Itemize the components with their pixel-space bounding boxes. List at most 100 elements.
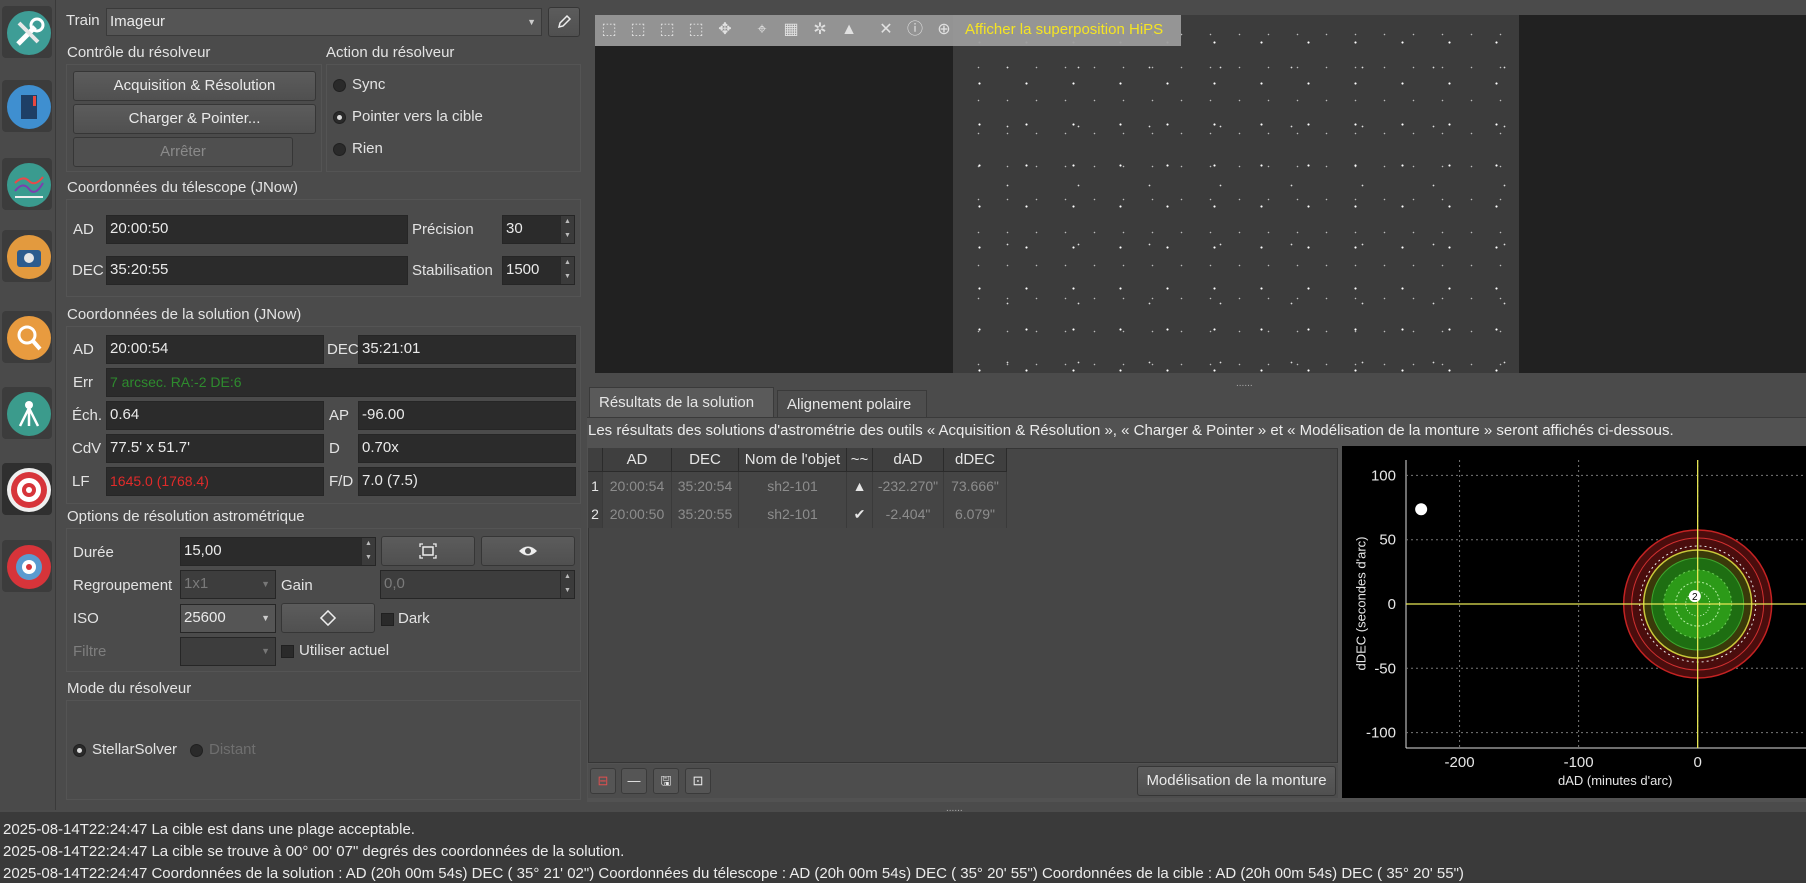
column-header-dec[interactable]: DEC: [672, 448, 739, 472]
iso-select[interactable]: 25600 ▼: [180, 604, 276, 633]
hips-overlay-toggle[interactable]: Afficher la superposition HiPS: [965, 21, 1163, 38]
telescope-ra-label: AD: [73, 221, 94, 238]
telescope-dec-label: DEC: [72, 262, 104, 279]
position-angle-field[interactable]: -96.00: [358, 401, 576, 430]
solver-mode-title: Mode du résolveur: [67, 680, 192, 697]
clear-all-button[interactable]: ⊟: [590, 768, 616, 794]
slew-to-target-radio[interactable]: [333, 111, 346, 124]
capture-module-button[interactable]: [2, 230, 52, 282]
gain-spin-buttons[interactable]: ▲ ▼: [560, 571, 574, 598]
mount-model-button[interactable]: Modélisation de la monture: [1137, 766, 1336, 796]
iso-value: 25600: [184, 609, 226, 626]
solution-ra-field[interactable]: 20:00:54: [106, 335, 324, 364]
stars-icon[interactable]: ✲: [809, 18, 831, 42]
clear-icon: ⊟: [597, 773, 609, 788]
column-header-object-name[interactable]: Nom de l'objet: [739, 448, 847, 472]
plot-x-label: dAD (minutes d'arc): [1558, 773, 1673, 788]
solution-dec-field[interactable]: 35:21:01: [358, 335, 576, 364]
rotate-button[interactable]: [281, 603, 375, 633]
x-tick-label: 0: [1693, 754, 1701, 771]
dark-checkbox[interactable]: [381, 613, 394, 626]
duration-spinbox[interactable]: 15,00 ▲ ▼: [180, 537, 376, 566]
use-current-checkbox[interactable]: [281, 645, 294, 658]
crosshair-target-icon: [7, 545, 51, 589]
gain-spinbox[interactable]: 0,0 ▲ ▼: [380, 570, 575, 599]
pan-icon[interactable]: ✥: [714, 18, 736, 42]
settle-spin-buttons[interactable]: ▲ ▼: [560, 257, 574, 284]
slew-to-target-label: Pointer vers la cible: [352, 108, 483, 125]
train-value: Imageur: [110, 13, 166, 30]
zoom-in-icon[interactable]: ⬚: [598, 18, 620, 42]
fits-viewer[interactable]: [595, 15, 1806, 373]
column-header-dra[interactable]: dAD: [873, 448, 944, 472]
objects-icon[interactable]: ✕: [875, 18, 897, 42]
guide-module-button[interactable]: [2, 540, 52, 592]
duration-spin-buttons[interactable]: ▲ ▼: [361, 538, 375, 565]
solver-control-title: Contrôle du résolveur: [67, 44, 211, 61]
telescope-dec-field[interactable]: 35:20:55: [106, 256, 408, 285]
plot-canvas: -200 -100 0 100 50 0 -50 -100 2: [1366, 460, 1806, 771]
target-crosshair-icon[interactable]: ⊕: [933, 18, 955, 42]
telescope-ra-field[interactable]: 20:00:50: [106, 215, 408, 244]
column-header-status[interactable]: ~~: [847, 448, 873, 472]
scale-field[interactable]: 0.64: [106, 401, 324, 430]
graph-icon: [7, 163, 51, 207]
markers-icon[interactable]: ▲: [838, 18, 860, 42]
fd-field[interactable]: 7.0 (7.5): [358, 467, 576, 496]
camera-icon: [7, 235, 51, 279]
solution-scatter-plot[interactable]: -200 -100 0 100 50 0 -50 -100 2 dDEC (secondes d…: [1342, 446, 1806, 798]
analyze-module-button[interactable]: [2, 158, 52, 210]
grid-icon[interactable]: ▦: [780, 18, 802, 42]
row-number: 1: [588, 472, 603, 500]
setup-module-button[interactable]: [2, 6, 52, 58]
module-sidebar: [0, 0, 56, 810]
scheduler-module-button[interactable]: [2, 80, 52, 132]
save-results-button[interactable]: 🖫: [653, 768, 679, 794]
sync-label: Sync: [352, 76, 386, 93]
stop-button[interactable]: Arrêter: [73, 137, 293, 167]
mount-module-button[interactable]: [2, 387, 52, 439]
d-field[interactable]: 0.70x: [358, 434, 576, 463]
settle-spinbox[interactable]: 1500 ▲ ▼: [502, 256, 575, 285]
remove-row-button[interactable]: —: [621, 768, 647, 794]
info-icon[interactable]: ⓘ: [904, 18, 926, 42]
zoom-fit-icon[interactable]: ⬚: [685, 18, 707, 42]
edit-train-button[interactable]: [548, 7, 580, 37]
tab-polar-alignment[interactable]: Alignement polaire: [777, 390, 927, 417]
accuracy-spin-buttons[interactable]: ▲ ▼: [560, 216, 574, 243]
capture-solve-button[interactable]: Acquisition & Résolution: [73, 71, 316, 101]
zoom-default-icon[interactable]: ⬚: [656, 18, 678, 42]
error-label: Err: [73, 374, 93, 391]
eye-icon: [519, 546, 537, 556]
export-button[interactable]: ⊡: [685, 768, 711, 794]
sync-radio[interactable]: [333, 79, 346, 92]
align-module-button[interactable]: [2, 463, 52, 515]
iso-label: ISO: [73, 610, 99, 627]
stellarsolver-radio[interactable]: [73, 744, 86, 757]
load-slew-button[interactable]: Charger & Pointer...: [73, 104, 316, 134]
notebook-icon: [7, 85, 51, 129]
crosshair-icon[interactable]: ⌖: [751, 18, 773, 42]
train-select[interactable]: Imageur ▼: [106, 8, 542, 36]
remote-radio[interactable]: [190, 744, 203, 757]
duration-label: Durée: [73, 544, 114, 561]
binning-select[interactable]: 1x1 ▼: [180, 570, 276, 599]
accuracy-spinbox[interactable]: 30 ▲ ▼: [502, 215, 575, 244]
tab-solution-results[interactable]: Résultats de la solution: [589, 387, 774, 417]
column-header-ddec[interactable]: dDEC: [944, 448, 1007, 472]
column-header-row-num: [588, 448, 603, 472]
frame-settings-button[interactable]: [381, 536, 475, 566]
nothing-radio[interactable]: [333, 143, 346, 156]
fov-field[interactable]: 77.5' x 51.7': [106, 434, 324, 463]
error-field[interactable]: 7 arcsec. RA:-2 DE:6: [106, 368, 576, 397]
splitter-handle[interactable]: ......: [1236, 378, 1253, 389]
column-header-ra[interactable]: AD: [603, 448, 672, 472]
view-options-button[interactable]: [481, 536, 575, 566]
focal-length-field[interactable]: 1645.0 (1768.4): [106, 467, 324, 496]
plot-y-label: dDEC (secondes d'arc): [1353, 536, 1369, 671]
telescope-coords-title: Coordonnées du télescope (JNow): [67, 179, 298, 196]
astrometry-options-title: Options de résolution astrométrique: [67, 508, 305, 525]
focus-module-button[interactable]: [2, 311, 52, 363]
zoom-out-icon[interactable]: ⬚: [627, 18, 649, 42]
filter-select[interactable]: ▼: [180, 637, 276, 666]
